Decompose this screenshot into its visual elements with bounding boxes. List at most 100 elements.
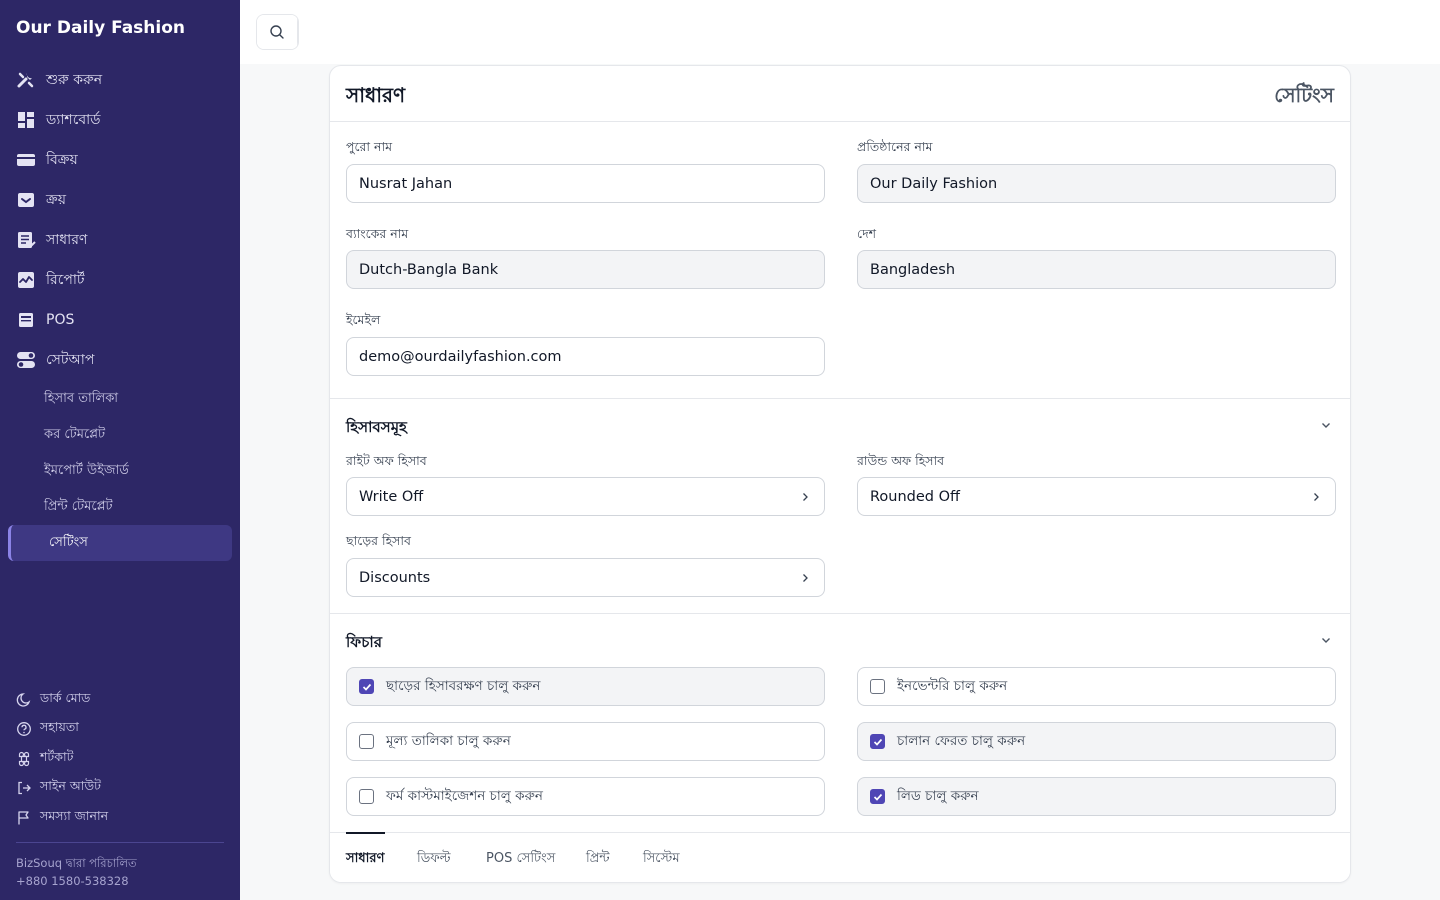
- checkbox-checked[interactable]: [870, 734, 885, 749]
- sidebar-item-label: বিক্রয়: [46, 152, 78, 168]
- roundoff-account-select[interactable]: Rounded Off: [857, 477, 1336, 516]
- powered-by-text: BizSouq দ্বারা পরিচালিত: [16, 856, 137, 870]
- tools-icon: [16, 70, 36, 90]
- email-label: ইমেইল: [346, 312, 381, 327]
- sidebar-item-label: POS: [46, 312, 75, 328]
- bottom-item-label: সহায়তা: [40, 719, 79, 735]
- chevron-right-icon: [1309, 490, 1323, 504]
- help-button[interactable]: সহায়তা: [0, 715, 240, 745]
- email-input[interactable]: demo@ourdailyfashion.com: [346, 337, 825, 376]
- writeoff-account-select[interactable]: Write Off: [346, 477, 825, 516]
- tab-system[interactable]: সিস্টেম: [643, 849, 680, 870]
- accounts-collapse-toggle[interactable]: [1318, 417, 1334, 433]
- checkbox-unchecked[interactable]: [359, 734, 374, 749]
- moon-icon: [16, 692, 32, 708]
- document-icon: [16, 230, 36, 250]
- page-title-right: সেটিংস: [1274, 83, 1334, 107]
- feature-label: চালান ফেরত চালু করুন: [897, 733, 1026, 749]
- sidebar-item-setup[interactable]: সেটআপ: [0, 340, 240, 380]
- submenu-item-print-templates[interactable]: প্রিন্ট টেমপ্লেট: [0, 489, 240, 525]
- sidebar-item-sales[interactable]: বিক্রয়: [0, 140, 240, 180]
- check-icon: [873, 738, 882, 746]
- sign-out-button[interactable]: সাইন আউট: [0, 774, 240, 804]
- checkbox-unchecked[interactable]: [870, 679, 885, 694]
- powered-by: BizSouq দ্বারা পরিচালিত +880 1580-538328: [16, 854, 137, 890]
- card-icon: [16, 150, 36, 170]
- card-header: সাধারণ সেটিংস: [330, 66, 1350, 122]
- chevron-down-icon: [1322, 638, 1330, 643]
- dark-mode-button[interactable]: ডার্ক মোড: [0, 685, 240, 715]
- search-button[interactable]: [257, 15, 298, 49]
- country-input[interactable]: Bangladesh: [857, 250, 1336, 289]
- flag-icon: [16, 810, 32, 826]
- bottom-item-label: সমস্যা জানান: [40, 807, 109, 823]
- feature-discount-accounting[interactable]: ছাড়ের হিসাবরক্ষণ চালু করুন: [346, 667, 825, 706]
- report-issue-button[interactable]: সমস্যা জানান: [0, 803, 240, 833]
- writeoff-account-value: Write Off: [359, 488, 424, 505]
- submenu-item-chart-of-accounts[interactable]: হিসাব তালিকা: [0, 381, 240, 417]
- check-icon: [873, 793, 882, 801]
- submenu-item-import-wizard[interactable]: ইমপোর্ট উইজার্ড: [0, 453, 240, 489]
- full-name-input[interactable]: Nusrat Jahan: [346, 164, 825, 203]
- features-section-title: ফিচার: [346, 633, 382, 651]
- checkbox-unchecked[interactable]: [359, 789, 374, 804]
- company-name-input[interactable]: Our Daily Fashion: [857, 164, 1336, 203]
- sidebar-item-dashboard[interactable]: ড্যাশবোর্ড: [0, 100, 240, 140]
- sidebar-item-report[interactable]: রিপোর্ট: [0, 260, 240, 300]
- toolbar-group: [256, 14, 299, 50]
- feature-label: ছাড়ের হিসাবরক্ষণ চালু করুন: [386, 678, 541, 694]
- country-value: Bangladesh: [870, 261, 956, 278]
- sidebar-item-pos[interactable]: POS: [0, 300, 240, 340]
- section-divider: [330, 398, 1350, 399]
- dashboard-icon: [16, 110, 36, 130]
- command-icon: [16, 751, 32, 767]
- setup-submenu: হিসাব তালিকা কর টেমপ্লেট ইমপোর্ট উইজার্ড…: [0, 381, 240, 561]
- company-name-value: Our Daily Fashion: [870, 175, 998, 192]
- shortcuts-button[interactable]: শর্টকাট: [0, 744, 240, 774]
- checkbox-checked[interactable]: [359, 679, 374, 694]
- feature-label: ইনভেন্টরি চালু করুন: [897, 678, 1008, 694]
- bank-name-value: Dutch-Bangla Bank: [359, 261, 499, 278]
- writeoff-account-label: রাইট অফ হিসাব: [346, 453, 427, 468]
- bottom-item-label: শর্টকাট: [40, 748, 74, 764]
- feature-leads[interactable]: লিড চালু করুন: [857, 777, 1336, 816]
- help-icon: [16, 721, 32, 737]
- feature-price-list[interactable]: মূল্য তালিকা চালু করুন: [346, 722, 825, 761]
- submenu-item-tax-templates[interactable]: কর টেমপ্লেট: [0, 417, 240, 453]
- sidebar-item-get-started[interactable]: শুরু করুন: [0, 60, 240, 100]
- bank-name-label: ব্যাংকের নাম: [346, 226, 409, 241]
- sidebar: Our Daily Fashion শুরু করুন ড্যাশবোর্ড ব…: [0, 0, 240, 900]
- page-title: সাধারণ: [346, 83, 406, 107]
- discount-account-label: ছাড়ের হিসাব: [346, 533, 411, 548]
- tab-pos-settings[interactable]: POS সেটিংস: [486, 849, 555, 870]
- active-tab-indicator: [346, 832, 385, 834]
- tab-general[interactable]: সাধারণ: [346, 849, 384, 870]
- settings-card: সাধারণ সেটিংস পুরো নাম Nusrat Jahan প্রত…: [329, 65, 1351, 883]
- inbox-icon: [16, 190, 36, 210]
- sidebar-bottom-nav: ডার্ক মোড সহায়তা শর্টকাট সাইন আউট সমস্য…: [0, 685, 240, 833]
- features-collapse-toggle[interactable]: [1318, 632, 1334, 648]
- sidebar-item-label: রিপোর্ট: [46, 272, 85, 288]
- sidebar-item-label: শুরু করুন: [46, 72, 103, 88]
- sidebar-item-general[interactable]: সাধারণ: [0, 220, 240, 260]
- logout-icon: [16, 780, 32, 796]
- feature-label: লিড চালু করুন: [897, 788, 979, 804]
- tab-print[interactable]: প্রিন্ট: [586, 849, 610, 870]
- tab-defaults[interactable]: ডিফল্ট: [417, 849, 451, 870]
- email-value: demo@ourdailyfashion.com: [359, 348, 562, 365]
- sidebar-divider: [16, 842, 224, 843]
- full-name-label: পুরো নাম: [346, 139, 393, 154]
- feature-invoice-returns[interactable]: চালান ফেরত চালু করুন: [857, 722, 1336, 761]
- submenu-item-settings[interactable]: সেটিংস: [8, 525, 232, 561]
- roundoff-account-value: Rounded Off: [870, 488, 961, 505]
- feature-form-customization[interactable]: ফর্ম কাস্টমাইজেশন চালু করুন: [346, 777, 825, 816]
- sidebar-item-label: ড্যাশবোর্ড: [46, 112, 101, 128]
- feature-inventory[interactable]: ইনভেন্টরি চালু করুন: [857, 667, 1336, 706]
- feature-label: ফর্ম কাস্টমাইজেশন চালু করুন: [386, 788, 543, 804]
- checkbox-checked[interactable]: [870, 789, 885, 804]
- search-icon: [270, 25, 284, 39]
- discount-account-select[interactable]: Discounts: [346, 558, 825, 597]
- chart-icon: [16, 270, 36, 290]
- sidebar-item-purchase[interactable]: ক্রয়: [0, 180, 240, 220]
- bank-name-input[interactable]: Dutch-Bangla Bank: [346, 250, 825, 289]
